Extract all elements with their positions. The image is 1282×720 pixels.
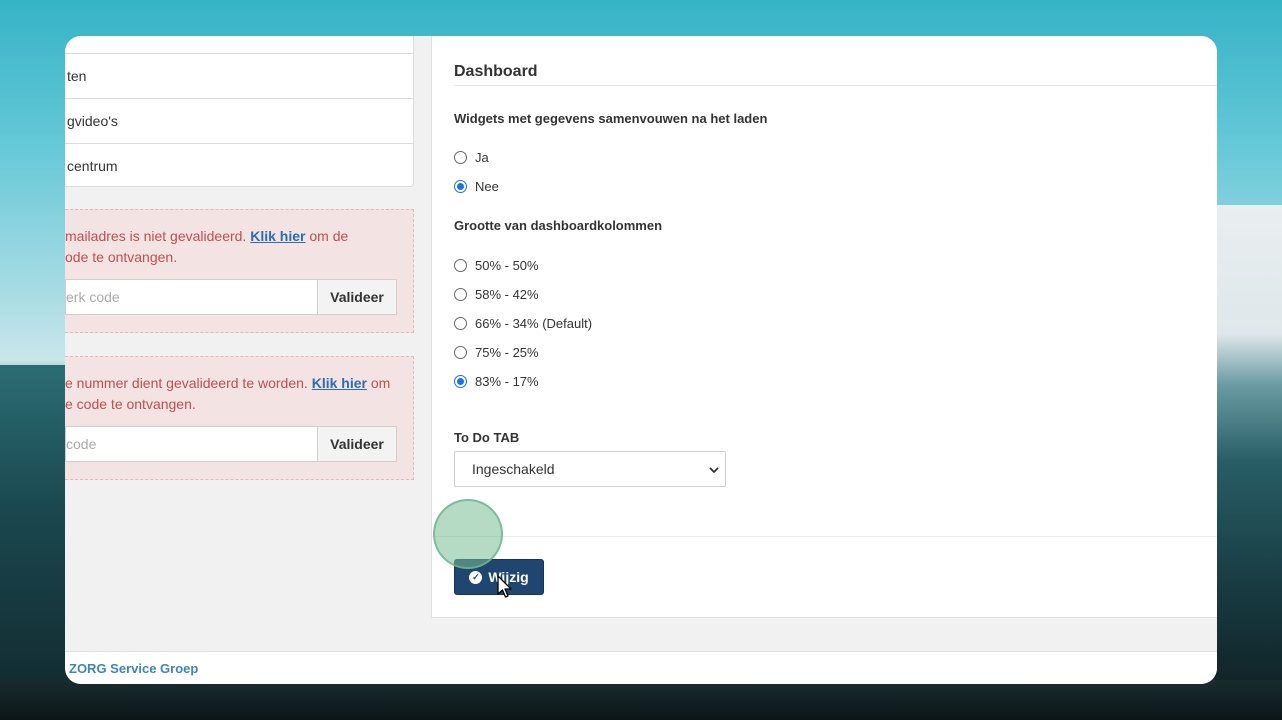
click-here-link[interactable]: Klik hier [312,375,367,391]
radio-columns-66-34[interactable]: 66% - 34% (Default) [454,316,592,331]
radio-button[interactable] [454,259,467,272]
footer-brand: ZORG Service Groep [69,661,199,676]
todo-tab-select[interactable]: Ingeschakeld [454,451,726,487]
sidebar-item-1[interactable]: ten [65,53,413,98]
click-here-link[interactable]: Klik hier [250,228,305,244]
chevron-down-icon [709,463,719,477]
submit-wijzig-button[interactable]: ✓ Wijzig [454,559,544,595]
alert-text: mailadres is niet gevalideerd. Klik hier… [65,228,349,265]
radio-columns-58-42[interactable]: 58% - 42% [454,287,539,302]
dashboard-settings-panel: Dashboard Widgets met gegevens samenvouw… [431,36,1217,618]
radio-widgets-ja[interactable]: Ja [454,150,489,165]
form-divider [432,536,1217,537]
radio-button[interactable] [454,151,467,164]
page-footer: ZORG Service Groep [65,651,1217,684]
radio-button[interactable] [454,288,467,301]
validate-phone-button[interactable]: Valideer [317,426,397,462]
email-code-input[interactable] [65,279,317,315]
radio-button[interactable] [454,317,467,330]
phone-code-group: Valideer [65,426,397,462]
submit-label: Wijzig [488,569,529,585]
check-circle-icon: ✓ [469,570,483,584]
validate-email-button[interactable]: Valideer [317,279,397,315]
radio-button[interactable] [454,375,467,388]
radio-columns-50-50[interactable]: 50% - 50% [454,258,539,273]
todo-tab-label: To Do TAB [454,430,520,445]
alert-text: e nummer dient gevalideerd te worden. Kl… [65,375,391,412]
column-size-label: Grootte van dashboardkolommen [454,218,663,233]
phone-validation-alert: e nummer dient gevalideerd te worden. Kl… [65,356,414,480]
app-window: ten gvideo's centrum mailadres is niet g… [65,36,1217,684]
sidebar-menu: ten gvideo's centrum [65,36,414,187]
email-validation-alert: mailadres is niet gevalideerd. Klik hier… [65,209,414,333]
sidebar-item-label: centrum [67,158,118,174]
select-value: Ingeschakeld [472,461,555,477]
phone-code-input[interactable] [65,426,317,462]
sidebar-item-2[interactable]: gvideo's [65,98,413,143]
panel-title: Dashboard [454,63,538,80]
background-bottom [0,680,1282,720]
background-clouds-right [1212,205,1282,720]
title-divider [454,85,1217,86]
sidebar-item-label: gvideo's [67,113,118,129]
radio-columns-83-17[interactable]: 83% - 17% [454,374,539,389]
radio-button[interactable] [454,346,467,359]
radio-button[interactable] [454,180,467,193]
radio-widgets-nee[interactable]: Nee [454,179,499,194]
email-code-group: Valideer [65,279,397,315]
radio-columns-75-25[interactable]: 75% - 25% [454,345,539,360]
widgets-collapse-label: Widgets met gegevens samenvouwen na het … [454,111,768,126]
sidebar-item-3[interactable]: centrum [65,143,413,188]
sidebar-item-label: ten [67,68,87,84]
